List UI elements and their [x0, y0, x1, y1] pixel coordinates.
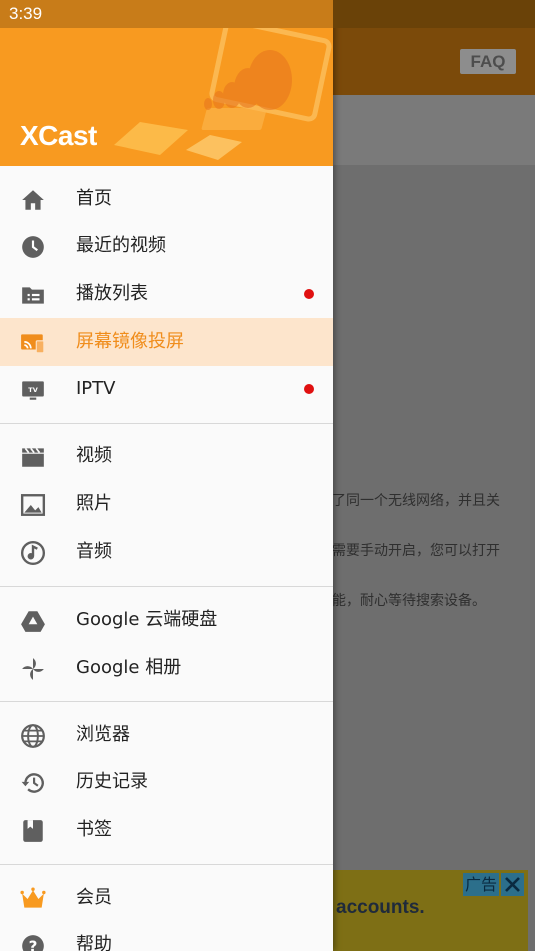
- menu-item-browser[interactable]: 浏览器: [0, 711, 333, 759]
- menu-item-label: 书签: [76, 819, 112, 840]
- globe-icon: [21, 724, 45, 748]
- notification-dot: [304, 384, 314, 394]
- google-drive-icon: [21, 611, 45, 632]
- menu-item-label: 视频: [76, 445, 112, 466]
- menu-item-label: 首页: [76, 188, 112, 209]
- menu-item-screen-mirroring[interactable]: 屏幕镜像投屏: [0, 318, 333, 366]
- notification-dot: [304, 289, 314, 299]
- faq-button[interactable]: FAQ: [460, 49, 516, 74]
- app-logo: XCast: [20, 120, 97, 151]
- music-note-icon: [20, 540, 46, 566]
- close-icon: [505, 877, 520, 892]
- tv-icon: TV: [22, 381, 44, 400]
- ad-close-button[interactable]: [501, 873, 524, 896]
- menu-item-photos[interactable]: 照片: [0, 480, 333, 528]
- status-bar-dimmed: [333, 0, 535, 28]
- clock-icon: [22, 236, 44, 258]
- background-text-line: 功能，耐心等待搜索设备。: [318, 593, 486, 609]
- menu-item-label: Google 云端硬盘: [76, 609, 218, 630]
- menu-divider: [0, 864, 333, 865]
- menu-divider: [0, 423, 333, 424]
- menu-item-help[interactable]: ? 帮助: [0, 921, 333, 951]
- bookmark-book-icon: [23, 820, 43, 842]
- menu-item-label: 最近的视频: [76, 235, 166, 256]
- image-icon: [20, 494, 46, 516]
- clapperboard-icon: [22, 447, 44, 467]
- menu-divider: [0, 701, 333, 702]
- menu-item-video[interactable]: 视频: [0, 432, 333, 480]
- menu-item-label: 音频: [76, 541, 112, 562]
- menu-item-label: 浏览器: [76, 724, 130, 745]
- menu-item-playlists[interactable]: 播放列表: [0, 270, 333, 318]
- history-icon: [21, 773, 44, 793]
- svg-text:TV: TV: [28, 386, 37, 394]
- menu-item-vip[interactable]: 会员: [0, 874, 333, 922]
- menu-divider: [0, 586, 333, 587]
- svg-text:?: ?: [29, 937, 38, 951]
- background-text-line: 是需要手动开启，您可以打开: [318, 543, 500, 559]
- screen-mirror-icon: [21, 334, 45, 354]
- crown-icon: [20, 887, 46, 908]
- menu-item-iptv[interactable]: TV IPTV: [0, 365, 333, 413]
- menu-item-label: 播放列表: [76, 283, 148, 304]
- menu-item-label: IPTV: [76, 378, 116, 399]
- menu-item-label: Google 相册: [76, 657, 182, 678]
- google-photos-icon: [22, 658, 44, 680]
- menu-item-label: 历史记录: [76, 771, 148, 792]
- status-time: 3:39: [9, 4, 43, 23]
- status-bar: 3:39: [0, 0, 333, 28]
- menu-item-audio[interactable]: 音频: [0, 528, 333, 576]
- menu-item-label: 帮助: [76, 934, 112, 951]
- menu-item-label: 会员: [76, 887, 112, 908]
- playlist-folder-icon: [22, 287, 44, 304]
- ad-label: 广告: [463, 873, 500, 896]
- menu-item-recent-videos[interactable]: 最近的视频: [0, 222, 333, 270]
- menu-item-google-photos[interactable]: Google 相册: [0, 644, 333, 692]
- menu-item-google-drive[interactable]: Google 云端硬盘: [0, 596, 333, 644]
- menu-item-label: 屏幕镜像投屏: [76, 331, 184, 352]
- menu-item-history[interactable]: 历史记录: [0, 758, 333, 806]
- background-text-line: 接了同一个无线网络，并且关: [318, 493, 500, 509]
- menu-item-label: 照片: [76, 493, 112, 514]
- navigation-drawer: XCast 首页 最近的视频 播放列表 屏幕镜像投屏 TV IPTV 视频 照片…: [0, 0, 333, 951]
- menu-item-bookmarks[interactable]: 书签: [0, 806, 333, 854]
- help-icon: ?: [22, 935, 44, 951]
- menu-item-home[interactable]: 首页: [0, 175, 333, 223]
- ad-text: accounts.: [336, 897, 425, 918]
- home-icon: [22, 190, 44, 210]
